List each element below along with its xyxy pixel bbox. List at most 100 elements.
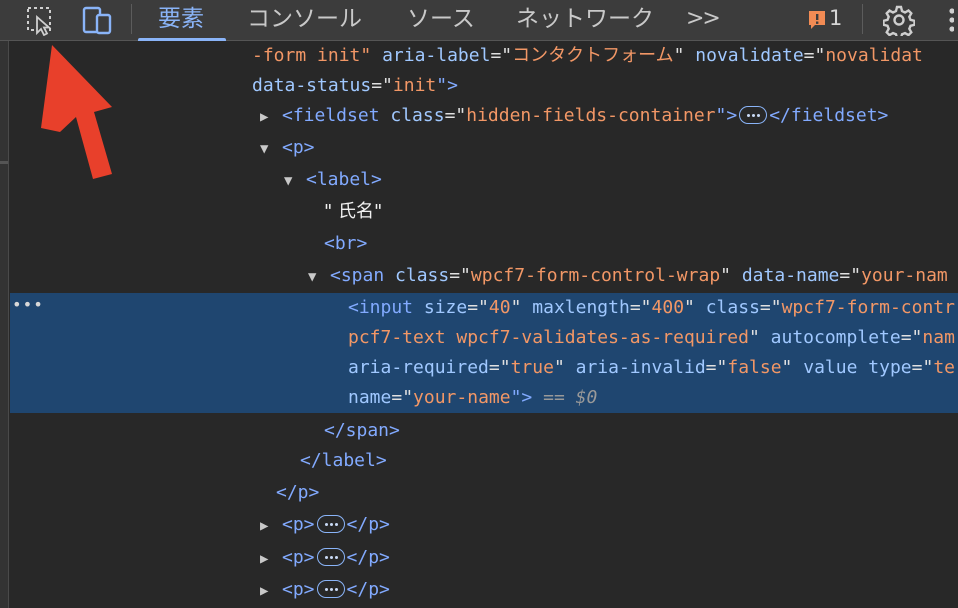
toolbar-separator: [131, 4, 132, 34]
expand-triangle-icon[interactable]: ▶: [260, 102, 282, 132]
code-token: true: [510, 357, 554, 378]
code-token: <p>: [282, 547, 315, 568]
collapsed-children-ellipsis-icon[interactable]: [316, 548, 345, 566]
code-token: ": [748, 327, 771, 348]
collapse-triangle-icon[interactable]: ▼: [308, 262, 330, 292]
code-token: =": [444, 105, 467, 126]
code-token: aria-required: [348, 357, 489, 378]
issue-flag-icon[interactable]: [804, 0, 830, 40]
code-token: </p>: [346, 514, 390, 535]
code-token: -form init: [252, 45, 361, 66]
code-token: <fieldset: [282, 105, 391, 126]
code-token: ": [720, 265, 742, 286]
dom-node-line[interactable]: name="your-name"> == $0: [348, 383, 597, 413]
dom-node-line[interactable]: <input size="40" maxlength="400" class="…: [348, 293, 955, 323]
code-token: =": [467, 297, 489, 318]
gutter-marker: [0, 161, 8, 164]
code-token: te: [933, 357, 955, 378]
code-token: class: [390, 105, 445, 126]
code-token: </label>: [300, 450, 387, 471]
device-toolbar-icon[interactable]: [77, 0, 117, 40]
expand-triangle-icon[interactable]: ▶: [260, 576, 282, 606]
code-token: 40: [488, 297, 511, 318]
code-token: ">: [510, 387, 533, 408]
code-token: name: [348, 387, 392, 408]
code-token: ": [673, 45, 696, 66]
code-token: <p>: [282, 137, 315, 158]
dom-node-line[interactable]: <br>: [324, 229, 367, 259]
code-token: your-nam: [861, 265, 948, 286]
collapsed-children-ellipsis-icon[interactable]: [316, 515, 345, 533]
expand-triangle-icon[interactable]: ▶: [260, 544, 282, 574]
dom-node-line[interactable]: ▼ <p>: [260, 133, 315, 163]
code-token: <label>: [306, 169, 382, 190]
more-tabs-button[interactable]: >>: [686, 0, 721, 40]
code-token: </p>: [346, 547, 390, 568]
code-token: aria-invalid: [575, 357, 706, 378]
code-token: wpcf7-form-contr: [781, 297, 955, 318]
code-token: aria-label: [382, 45, 491, 66]
dom-node-line[interactable]: ▶ <p> </p>: [260, 543, 390, 573]
code-token: ": [781, 357, 804, 378]
collapsed-children-ellipsis-icon[interactable]: [316, 580, 345, 598]
red-annotation-arrow: [41, 45, 112, 179]
dom-node-line[interactable]: data-status="init">: [252, 71, 458, 101]
code-token: autocomplete: [770, 327, 901, 348]
code-token: data-name: [741, 265, 840, 286]
code-token: </fieldset>: [769, 105, 889, 126]
code-token: nam: [922, 327, 955, 348]
code-token: ">: [715, 105, 738, 126]
dom-node-line[interactable]: </p>: [276, 478, 319, 508]
code-token: <br>: [324, 233, 368, 254]
dom-node-line[interactable]: ▶ <p> </p>: [260, 510, 390, 540]
code-token: 400: [651, 297, 685, 318]
code-token: ": [510, 297, 533, 318]
dom-node-line[interactable]: " 氏名": [324, 197, 382, 227]
panel-gutter: [0, 41, 9, 608]
tab-network[interactable]: ネットワーク: [516, 0, 654, 40]
code-token: your-name: [413, 387, 511, 408]
dom-node-line[interactable]: aria-required="true" aria-invalid="false…: [348, 353, 955, 383]
devtools-toolbar: 要素 コンソール ソース ネットワーク >> 1: [0, 0, 958, 41]
dom-node-line[interactable]: pcf7-text wpcf7-validates-as-required" a…: [348, 323, 955, 353]
gear-icon[interactable]: [879, 0, 919, 40]
code-token: pcf7-text wpcf7-validates-as-required: [348, 327, 749, 348]
code-token: class: [705, 297, 760, 318]
dom-node-line[interactable]: </label>: [300, 446, 387, 476]
collapse-triangle-icon[interactable]: ▼: [260, 134, 282, 164]
code-token: <p>: [282, 579, 315, 600]
code-token: init: [392, 75, 437, 96]
select-element-icon[interactable]: [20, 0, 60, 40]
dom-node-line[interactable]: ▶ <p> </p>: [260, 575, 390, 605]
tab-sources[interactable]: ソース: [407, 0, 475, 40]
dom-node-line[interactable]: -form init" aria-label="コンタクトフォーム" noval…: [252, 41, 923, 71]
code-token: </span>: [324, 420, 400, 441]
collapse-triangle-icon[interactable]: ▼: [284, 166, 306, 196]
tab-console[interactable]: コンソール: [247, 0, 362, 40]
code-token: value: [803, 357, 869, 378]
dom-node-line[interactable]: ▼ <span class="wpcf7-form-control-wrap" d…: [308, 261, 948, 291]
issues-count[interactable]: 1: [829, 0, 842, 40]
tab-elements[interactable]: 要素: [158, 0, 204, 40]
code-token: =": [911, 357, 934, 378]
kebab-menu-icon[interactable]: [940, 0, 958, 40]
code-token: =": [449, 265, 471, 286]
code-token: =": [490, 45, 513, 66]
code-token: =": [629, 297, 652, 318]
code-token: wpcf7-form-control-wrap: [470, 265, 721, 286]
code-token: size: [423, 297, 468, 318]
dom-node-line[interactable]: ▶ <fieldset class="hidden-fields-containe…: [260, 101, 888, 131]
code-token: ": [684, 297, 706, 318]
code-token: =": [371, 75, 393, 96]
dom-node-line[interactable]: ▼ <label>: [284, 165, 382, 195]
code-token: =": [488, 357, 511, 378]
code-token: =": [900, 327, 923, 348]
code-token: </p>: [276, 482, 320, 503]
collapsed-children-ellipsis-icon[interactable]: [739, 106, 768, 124]
node-actions-marker[interactable]: •••: [12, 295, 44, 314]
code-token: =": [705, 357, 728, 378]
expand-triangle-icon[interactable]: ▶: [260, 511, 282, 541]
dom-node-line[interactable]: </span>: [324, 416, 400, 446]
code-token: =": [391, 387, 414, 408]
code-token: <span: [330, 265, 396, 286]
